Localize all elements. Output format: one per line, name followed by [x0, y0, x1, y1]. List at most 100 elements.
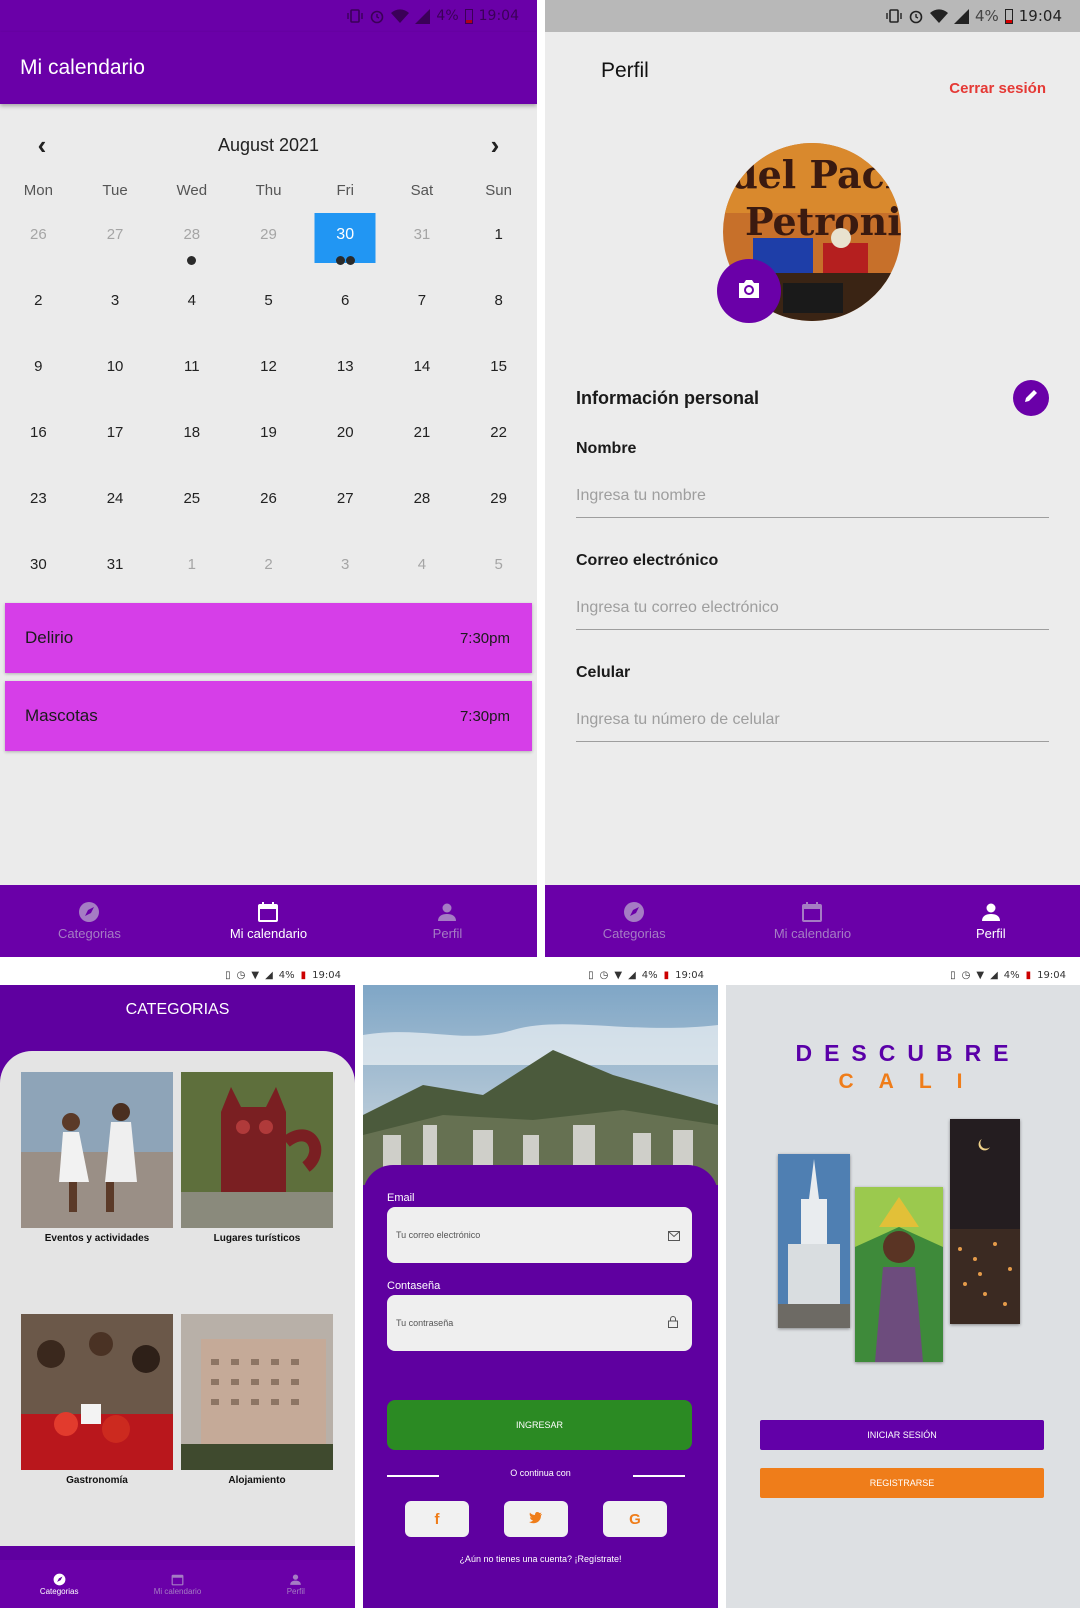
login-panel: Email Contaseña — [363, 1165, 718, 1608]
calendar-day[interactable]: 14 — [384, 344, 461, 410]
category-card[interactable]: Eventos y actividades — [21, 1072, 173, 1244]
day-number: 29 — [490, 490, 507, 507]
calendar-day[interactable]: 15 — [460, 344, 537, 410]
status-time: 19:04 — [1037, 969, 1066, 981]
calendar-day[interactable]: 7 — [384, 278, 461, 344]
calendar-day[interactable]: 31 — [384, 212, 461, 278]
nav-item-mi-calendario[interactable]: Mi calendario — [119, 1573, 236, 1596]
phone-field[interactable] — [576, 698, 1049, 742]
nav-item-categorias[interactable]: Categorias — [1, 901, 178, 941]
google-button[interactable]: G — [603, 1501, 667, 1537]
category-card[interactable]: Alojamiento — [181, 1314, 333, 1486]
calendar-day[interactable]: 10 — [77, 344, 154, 410]
calendar-day[interactable]: 5 — [230, 278, 307, 344]
calendar-day[interactable]: 16 — [0, 410, 77, 476]
weekday-label: Fri — [336, 182, 354, 199]
calendar-day[interactable]: 29 — [230, 212, 307, 278]
calendar-day[interactable]: 30 — [0, 542, 77, 608]
calendar-day[interactable]: 6 — [307, 278, 384, 344]
day-number: 17 — [106, 424, 124, 441]
calendar-day[interactable]: 5 — [460, 542, 537, 608]
calendar-day[interactable]: 28 — [153, 212, 230, 278]
day-number: 5 — [264, 292, 273, 309]
calendar-day[interactable]: 3 — [77, 278, 154, 344]
nav-item-mi-calendario[interactable]: Mi calendario — [724, 901, 901, 941]
category-card[interactable]: Lugares turísticos — [181, 1072, 333, 1244]
calendar-day[interactable]: 2 — [230, 542, 307, 608]
day-number: 16 — [30, 424, 47, 441]
event-card[interactable]: Delirio 7:30pm — [5, 603, 532, 673]
category-label: Lugares turísticos — [213, 1233, 301, 1244]
nav-item-categorias[interactable]: Categorias — [546, 901, 723, 941]
calendar-day[interactable]: 8 — [460, 278, 537, 344]
calendar-day[interactable]: 24 — [77, 476, 154, 542]
calendar-day-selected[interactable]: 30 — [307, 212, 384, 278]
login-button[interactable]: INICIAR SESIÓN — [760, 1420, 1044, 1450]
chevron-left-icon[interactable]: ‹ — [30, 130, 54, 161]
day-number: 8 — [494, 292, 503, 309]
nav-item-mi-calendario[interactable]: Mi calendario — [180, 901, 357, 941]
event-time: 7:30pm — [459, 707, 510, 725]
email-field[interactable] — [387, 1207, 692, 1263]
status-bar: ▯ ◷ ▼ ◢ 4% ▮ 19:04 — [0, 965, 355, 985]
calendar-day[interactable]: 21 — [384, 410, 461, 476]
page-title: CATEGORIAS — [125, 1001, 230, 1018]
nav-item-perfil[interactable]: Perfil — [903, 901, 1080, 941]
logout-button[interactable]: Cerrar sesión — [949, 80, 1046, 97]
calendar-day[interactable]: 1 — [153, 542, 230, 608]
nav-label: Mi calendario — [229, 926, 308, 941]
nombre-field[interactable] — [576, 474, 1049, 518]
day-number: 26 — [30, 226, 47, 243]
nav-item-perfil[interactable]: Perfil — [359, 901, 536, 941]
nav-item-perfil[interactable]: Perfil — [237, 1573, 354, 1596]
calendar-day[interactable]: 11 — [153, 344, 230, 410]
calendar-day[interactable]: 18 — [153, 410, 230, 476]
weekday-label: Wed — [176, 182, 208, 199]
calendar-day[interactable]: 3 — [307, 542, 384, 608]
camera-button[interactable] — [717, 259, 781, 323]
calendar-day[interactable]: 23 — [0, 476, 77, 542]
calendar-day[interactable]: 19 — [230, 410, 307, 476]
facebook-button[interactable]: f — [405, 1501, 469, 1537]
vibrate-icon — [347, 8, 364, 24]
password-field[interactable] — [387, 1295, 692, 1351]
calendar-day[interactable]: 2 — [0, 278, 77, 344]
alarm-icon: ◷ — [961, 969, 971, 981]
email-field[interactable] — [576, 586, 1049, 630]
event-time: 7:30pm — [459, 629, 510, 647]
calendar-day[interactable]: 12 — [230, 344, 307, 410]
chevron-right-icon[interactable]: › — [483, 130, 507, 161]
nav-item-categorias[interactable]: Categorias — [1, 1573, 118, 1596]
calendar-day[interactable]: 1 — [460, 212, 537, 278]
calendar-day[interactable]: 27 — [307, 476, 384, 542]
edit-button[interactable] — [1013, 380, 1049, 416]
calendar-day[interactable]: 26 — [0, 212, 77, 278]
category-card[interactable]: Gastronomía — [21, 1314, 173, 1486]
calendar-day[interactable]: 22 — [460, 410, 537, 476]
event-dots — [307, 256, 384, 265]
twitter-button[interactable] — [504, 1501, 568, 1537]
register-button[interactable]: REGISTRARSE — [760, 1468, 1044, 1498]
calendar-day[interactable]: 26 — [230, 476, 307, 542]
event-card[interactable]: Mascotas 7:30pm — [5, 681, 532, 751]
calendar-day[interactable]: 25 — [153, 476, 230, 542]
calendar-day[interactable]: 29 — [460, 476, 537, 542]
bottom-nav: Categorias Mi calendario Perfil — [0, 1560, 355, 1608]
calendar-day[interactable]: 28 — [384, 476, 461, 542]
battery-low-icon: ▮ — [1025, 969, 1032, 981]
register-link[interactable]: ¿Aún no tienes una cuenta? ¡Regístrate! — [363, 1554, 718, 1564]
calendar-day[interactable]: 31 — [77, 542, 154, 608]
calendar-day[interactable]: 13 — [307, 344, 384, 410]
calendar-day[interactable]: 9 — [0, 344, 77, 410]
calendar-day[interactable]: 20 — [307, 410, 384, 476]
nav-label: Categorias — [39, 1586, 79, 1596]
calendar-day[interactable]: 4 — [384, 542, 461, 608]
event-dot — [187, 256, 197, 265]
calendar-day[interactable]: 17 — [77, 410, 154, 476]
login-button[interactable]: INGRESAR — [387, 1400, 692, 1450]
calendar-day[interactable]: 27 — [77, 212, 154, 278]
wifi-icon: ▼ — [976, 969, 985, 981]
day-number: 10 — [106, 358, 124, 375]
day-number: 1 — [187, 556, 196, 573]
calendar-day[interactable]: 4 — [153, 278, 230, 344]
